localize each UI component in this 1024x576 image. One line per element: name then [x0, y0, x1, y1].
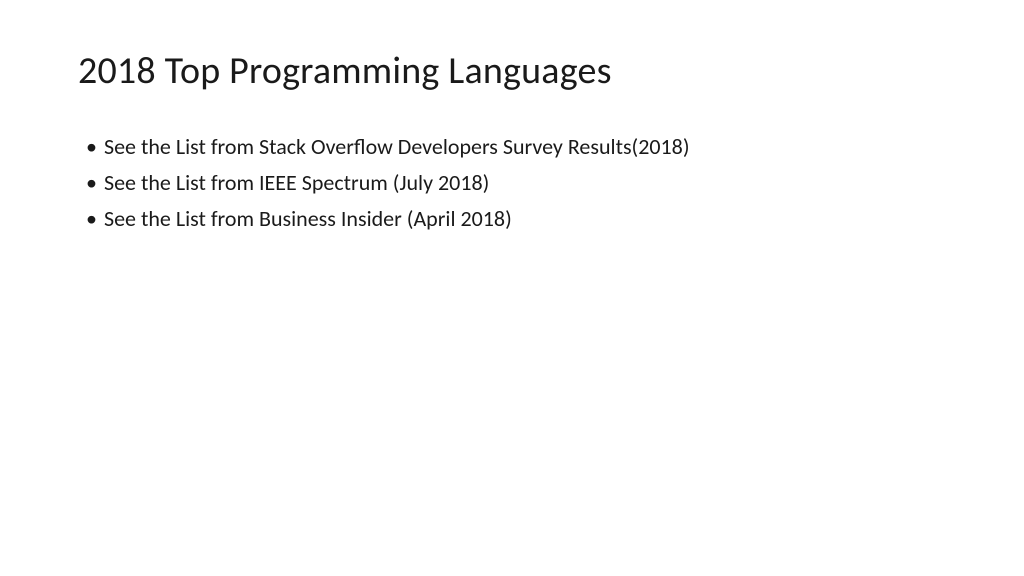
list-item: See the List from IEEE Spectrum (July 20… — [86, 166, 946, 200]
list-item: See the List from Business Insider (Apri… — [86, 202, 946, 236]
slide-title: 2018 Top Programming Languages — [78, 48, 946, 94]
list-item: See the List from Stack Overflow Develop… — [86, 130, 946, 164]
bullet-list: See the List from Stack Overflow Develop… — [78, 130, 946, 236]
